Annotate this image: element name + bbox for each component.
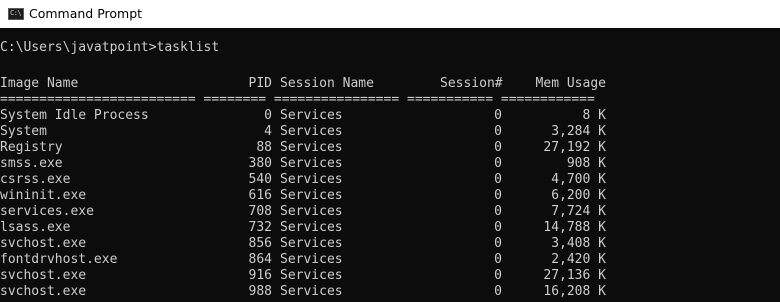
table-row: fontdrvhost.exe 864 Services 0 2,420 K	[0, 252, 780, 268]
process-session-number: 0	[494, 156, 502, 171]
process-session-number: 0	[494, 204, 502, 219]
table-row: wininit.exe 616 Services 0 6,200 K	[0, 188, 780, 204]
process-pid: 732	[248, 220, 272, 235]
process-session-number: 0	[494, 172, 502, 187]
process-mem-usage: 16,208 K	[543, 284, 606, 299]
process-mem-usage: 3,408 K	[551, 236, 606, 251]
process-image-name: System Idle Process	[0, 108, 149, 123]
process-mem-usage: 4,700 K	[551, 172, 606, 187]
process-image-name: svchost.exe	[0, 284, 87, 299]
title-bar[interactable]: C:\ Command Prompt	[0, 0, 780, 28]
process-session-name: Services	[280, 172, 343, 187]
process-mem-usage: 2,420 K	[551, 252, 606, 267]
table-row: Registry 88 Services 0 27,192 K	[0, 140, 780, 156]
process-session-number: 0	[494, 284, 502, 299]
process-session-name: Services	[280, 108, 343, 123]
process-image-name: svchost.exe	[0, 236, 87, 251]
header-pid: PID	[248, 76, 272, 91]
process-image-name: Registry	[0, 140, 63, 155]
table-row: svchost.exe 988 Services 0 16,208 K	[0, 284, 780, 300]
process-mem-usage: 8 K	[582, 108, 606, 123]
header-image-name: Image Name	[0, 76, 79, 91]
process-pid: 856	[248, 236, 272, 251]
process-session-name: Services	[280, 188, 343, 203]
table-row: System Idle Process 0 Services 0 8 K	[0, 108, 780, 124]
process-mem-usage: 6,200 K	[551, 188, 606, 203]
process-session-name: Services	[280, 156, 343, 171]
process-image-name: System	[0, 124, 47, 139]
process-mem-usage: 3,284 K	[551, 124, 606, 139]
process-pid: 540	[248, 172, 272, 187]
command-prompt-line: C:\Users\javatpoint>tasklist	[0, 40, 220, 55]
table-row: smss.exe 380 Services 0 908 K	[0, 156, 780, 172]
process-pid: 988	[248, 284, 272, 299]
process-session-number: 0	[494, 124, 502, 139]
table-header-row: Image Name PID Session Name Session# Mem…	[0, 76, 780, 92]
console-output[interactable]: C:\Users\javatpoint>tasklist Image Name …	[0, 28, 780, 302]
cmd-icon: C:\	[8, 8, 24, 20]
process-pid: 864	[248, 252, 272, 267]
process-session-number: 0	[494, 188, 502, 203]
process-session-number: 0	[494, 268, 502, 283]
process-image-name: lsass.exe	[0, 220, 71, 235]
process-session-name: Services	[280, 252, 343, 267]
process-mem-usage: 14,788 K	[543, 220, 606, 235]
process-session-number: 0	[494, 108, 502, 123]
process-mem-usage: 7,724 K	[551, 204, 606, 219]
window-title: Command Prompt	[29, 6, 143, 21]
process-pid: 88	[256, 140, 272, 155]
process-session-name: Services	[280, 220, 343, 235]
process-image-name: svchost.exe	[0, 268, 87, 283]
table-separator: ========================= ======== =====…	[0, 92, 595, 107]
cmd-icon-glyph: C:\	[10, 9, 22, 17]
process-session-name: Services	[280, 236, 343, 251]
process-pid: 0	[264, 108, 272, 123]
process-session-number: 0	[494, 220, 502, 235]
header-mem-usage: Mem Usage	[535, 76, 606, 91]
table-row: csrss.exe 540 Services 0 4,700 K	[0, 172, 780, 188]
table-row: lsass.exe 732 Services 0 14,788 K	[0, 220, 780, 236]
process-session-name: Services	[280, 268, 343, 283]
header-session-number: Session#	[440, 76, 503, 91]
process-session-name: Services	[280, 124, 343, 139]
process-pid: 380	[248, 156, 272, 171]
table-row: services.exe 708 Services 0 7,724 K	[0, 204, 780, 220]
process-image-name: fontdrvhost.exe	[0, 252, 118, 267]
process-image-name: wininit.exe	[0, 188, 87, 203]
process-session-number: 0	[494, 236, 502, 251]
process-session-number: 0	[494, 252, 502, 267]
process-mem-usage: 27,192 K	[543, 140, 606, 155]
process-image-name: csrss.exe	[0, 172, 71, 187]
process-pid: 708	[248, 204, 272, 219]
process-pid: 916	[248, 268, 272, 283]
process-image-name: services.exe	[0, 204, 94, 219]
process-session-number: 0	[494, 140, 502, 155]
process-pid: 4	[264, 124, 272, 139]
process-pid: 616	[248, 188, 272, 203]
process-session-name: Services	[280, 140, 343, 155]
table-row: svchost.exe 916 Services 0 27,136 K	[0, 268, 780, 284]
process-session-name: Services	[280, 204, 343, 219]
header-session-name: Session Name	[280, 76, 374, 91]
table-row: System 4 Services 0 3,284 K	[0, 124, 780, 140]
process-mem-usage: 908 K	[566, 156, 606, 171]
table-row: svchost.exe 856 Services 0 3,408 K	[0, 236, 780, 252]
process-mem-usage: 27,136 K	[543, 268, 606, 283]
command-prompt-window: C:\ Command Prompt C:\Users\javatpoint>t…	[0, 0, 780, 302]
process-image-name: smss.exe	[0, 156, 63, 171]
process-session-name: Services	[280, 284, 343, 299]
